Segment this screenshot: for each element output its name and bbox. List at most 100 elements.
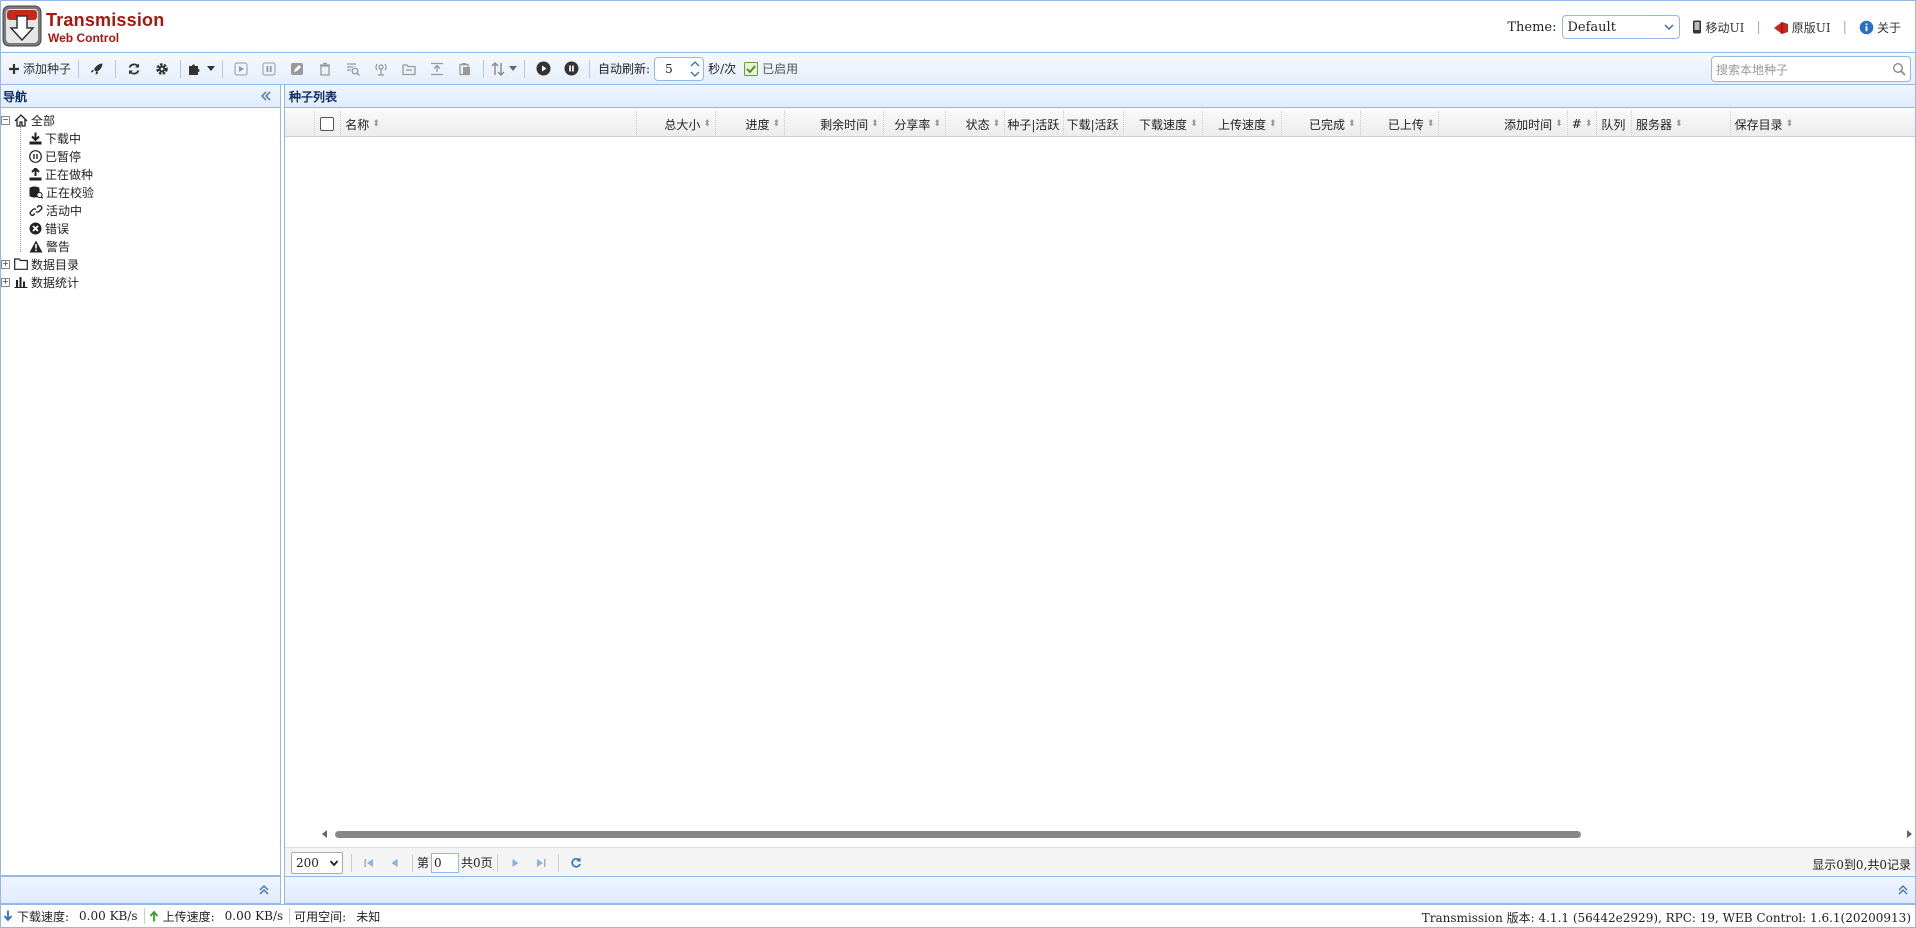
tree-expander[interactable]: −: [1, 115, 10, 125]
prev-page-button[interactable]: [384, 852, 406, 874]
plus-icon: [8, 63, 20, 75]
tree-expander[interactable]: +: [1, 259, 10, 269]
reannounce-button[interactable]: [342, 57, 364, 81]
tree-expander[interactable]: +: [1, 277, 10, 287]
toolbar-separator: [115, 59, 117, 78]
last-page-button[interactable]: [530, 852, 552, 874]
column-header[interactable]: 进度 ⬍: [716, 111, 786, 137]
pause-button[interactable]: [258, 57, 280, 81]
recheck-button[interactable]: [286, 57, 308, 81]
download-speed-status: 下载速度: 0.00 KB/s: [3, 908, 138, 925]
transmission-logo-icon: [2, 4, 42, 48]
download-speed-label: 下载速度:: [17, 909, 70, 924]
scroll-left-icon[interactable]: [321, 829, 329, 839]
version-info: Transmission 版本: 4.1.1 (56442e2929), RPC…: [1421, 911, 1911, 925]
clipboard-icon: [458, 62, 472, 76]
column-header[interactable]: 添加时间 ⬍: [1439, 111, 1568, 137]
refresh-button[interactable]: [123, 57, 145, 81]
page-total: 共0页: [461, 856, 493, 870]
nav-panel-title: 导航: [3, 89, 28, 104]
page-size-select[interactable]: 200: [291, 851, 343, 874]
change-folder-button[interactable]: [398, 57, 420, 81]
start-all-torrents-button[interactable]: [532, 57, 554, 81]
copy-button[interactable]: [454, 57, 476, 81]
tree-node-paused[interactable]: 已暂停: [1, 147, 280, 165]
plugins-menu-button[interactable]: [188, 57, 216, 81]
column-header[interactable]: 服务器 ⬍: [1632, 111, 1731, 137]
column-header[interactable]: 下载|活跃: [1064, 111, 1124, 137]
sort-arrows-icon: [491, 61, 505, 76]
status-separator: [289, 908, 291, 924]
search-input[interactable]: 搜索本地种子: [1711, 56, 1911, 82]
scrollbar-thumb[interactable]: [335, 831, 1581, 838]
expand-up-icon[interactable]: [1897, 884, 1909, 896]
original-ui-link[interactable]: 原版UI: [1773, 19, 1831, 36]
tree-node-checking[interactable]: 正在校验: [1, 183, 280, 201]
column-header[interactable]: # ⬍: [1568, 111, 1598, 137]
mobile-ui-link[interactable]: 移动UI: [1692, 19, 1744, 36]
transmission-small-icon: [1773, 20, 1789, 34]
auto-refresh-toggle[interactable]: 已启用: [744, 57, 798, 81]
column-header[interactable]: 已上传 ⬍: [1361, 111, 1440, 137]
toolbar-separator: [222, 59, 224, 78]
edit-square-icon: [290, 62, 304, 76]
next-page-button[interactable]: [504, 852, 526, 874]
sort-icon: ⬍: [1555, 119, 1563, 129]
column-header[interactable]: 队列: [1597, 111, 1632, 137]
toolbar-separator: [589, 59, 591, 78]
tree-node-downloading[interactable]: 下载中: [1, 129, 280, 147]
page-number-input[interactable]: 0: [431, 852, 460, 873]
start-button[interactable]: [230, 57, 252, 81]
folder-icon: [402, 62, 416, 76]
column-label: 剩余时间: [820, 117, 869, 132]
play-circle-icon: [536, 61, 551, 76]
column-header[interactable]: 状态 ⬍: [946, 111, 1006, 137]
nav-panel-header: 导航: [1, 85, 280, 108]
horizontal-scrollbar[interactable]: [321, 829, 1912, 839]
chevron-down-icon: [1662, 20, 1676, 34]
align-top-icon: [430, 62, 444, 76]
column-header[interactable]: 种子|活跃: [1005, 111, 1065, 137]
column-header[interactable]: 总大小 ⬍: [637, 111, 716, 137]
refresh-interval-spinner[interactable]: 5: [654, 56, 705, 81]
app-subtitle: Web Control: [48, 31, 120, 45]
column-header[interactable]: 上传速度 ⬍: [1203, 111, 1282, 137]
reload-page-button[interactable]: [565, 852, 587, 874]
tree-node-seeding[interactable]: 正在做种: [1, 165, 280, 183]
start-all-button[interactable]: [86, 57, 108, 81]
about-link[interactable]: 关于: [1859, 19, 1901, 36]
tree-node-error[interactable]: 错误: [1, 219, 280, 237]
toolbar-separator: [180, 59, 182, 78]
tree-node-all[interactable]: − 全部: [1, 111, 280, 129]
select-all-checkbox[interactable]: [320, 117, 335, 131]
error-icon: [29, 222, 42, 235]
header-separator: |: [1756, 19, 1761, 35]
column-header[interactable]: 名称 ⬍: [341, 111, 637, 137]
column-header[interactable]: 已完成 ⬍: [1282, 111, 1361, 137]
column-label: 保存目录: [1734, 117, 1783, 132]
scroll-right-icon[interactable]: [1905, 829, 1913, 839]
tree-node-active[interactable]: 活动中: [1, 201, 280, 219]
search-icon[interactable]: [1892, 62, 1906, 76]
add-torrent-button[interactable]: 添加种子: [8, 57, 71, 81]
tree-node-folders[interactable]: + 数据目录: [1, 255, 280, 273]
expand-up-icon[interactable]: [258, 884, 270, 896]
settings-button[interactable]: [151, 57, 173, 81]
column-header[interactable]: 剩余时间 ⬍: [785, 111, 884, 137]
sort-menu-button[interactable]: [491, 57, 518, 81]
theme-select[interactable]: Default: [1562, 15, 1681, 39]
column-header[interactable]: 保存目录 ⬍: [1731, 111, 1915, 137]
column-header[interactable]: 下载速度 ⬍: [1124, 111, 1203, 137]
collapse-left-icon[interactable]: [260, 90, 272, 102]
change-tracker-button[interactable]: [370, 57, 392, 81]
tree-node-stats[interactable]: + 数据统计: [1, 273, 280, 291]
pause-all-torrents-button[interactable]: [560, 57, 582, 81]
first-page-button[interactable]: [358, 852, 380, 874]
column-header[interactable]: 分享率 ⬍: [884, 111, 946, 137]
spinner-arrows-icon[interactable]: [689, 59, 701, 79]
queue-top-button[interactable]: [426, 57, 448, 81]
tree-node-warning[interactable]: 警告: [1, 237, 280, 255]
remove-button[interactable]: [314, 57, 336, 81]
pager-info: 显示0到0,共0记录: [1812, 858, 1911, 872]
pager-separator: [496, 853, 498, 872]
